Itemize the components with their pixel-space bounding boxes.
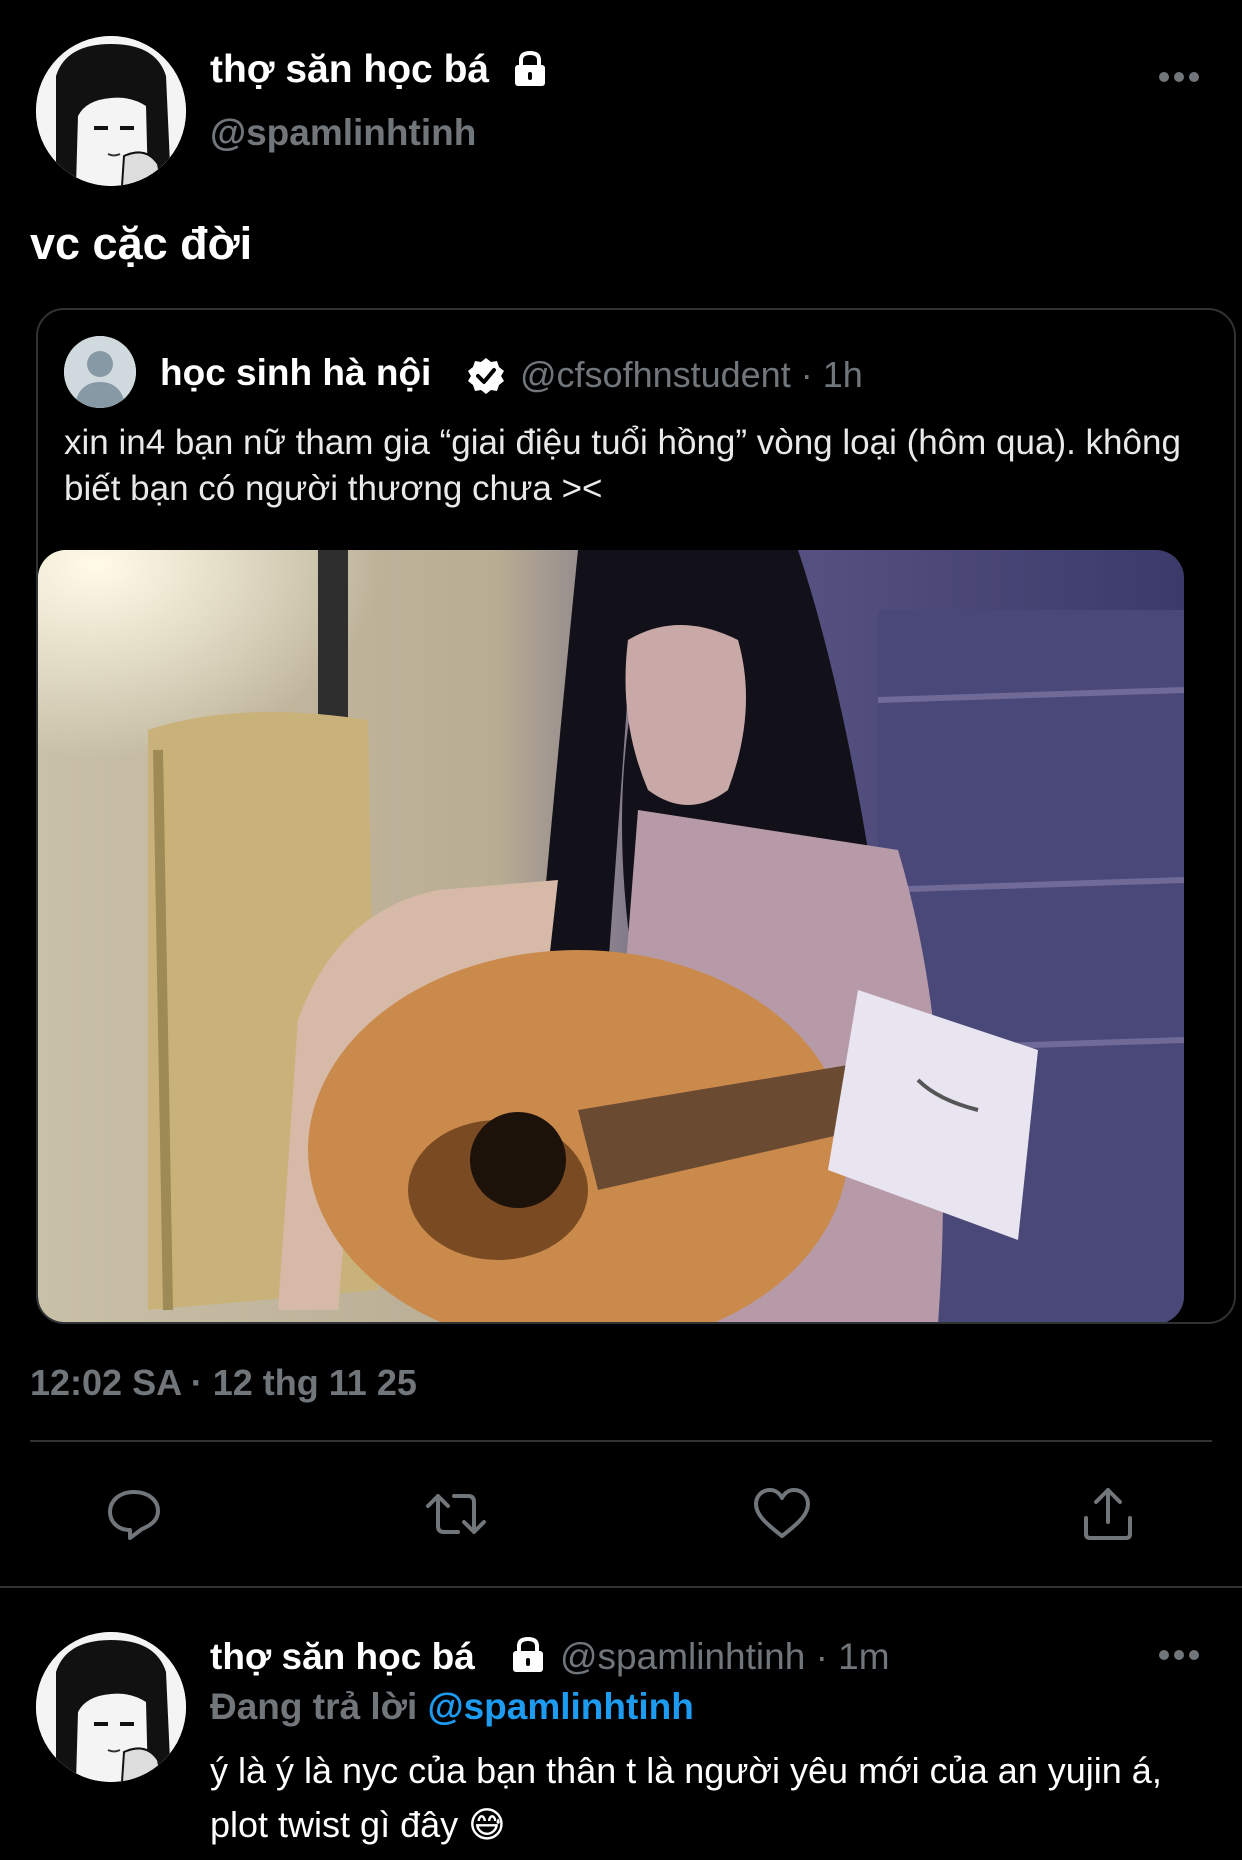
replying-to-label: Đang trả lời @spamlinhtinh <box>210 1686 694 1728</box>
like-icon[interactable] <box>750 1482 814 1546</box>
reply-author-name[interactable]: thợ săn học bá <box>210 1636 475 1678</box>
quoted-author-handle[interactable]: @cfsofhnstudent · 1h <box>520 354 863 396</box>
tweet-timestamp[interactable]: 12:02 SA · 12 thg 11 25 <box>30 1362 417 1404</box>
more-options-icon[interactable] <box>1158 1648 1200 1662</box>
verified-badge-icon <box>466 356 506 396</box>
tweet-text: vc cặc đời <box>30 218 253 269</box>
reply-author-handle[interactable]: @spamlinhtinh · 1m <box>560 1636 890 1678</box>
reply-text: ý là ý là nyc của bạn thân t là người yê… <box>210 1750 1162 1845</box>
quoted-tweet-image[interactable] <box>38 550 1184 1322</box>
share-icon[interactable] <box>1076 1482 1140 1546</box>
reply-author-avatar[interactable] <box>36 1632 186 1782</box>
quoted-tweet-card[interactable]: học sinh hà nội @cfsofhnstudent · 1h xin… <box>36 308 1236 1324</box>
reply-icon[interactable] <box>102 1482 166 1546</box>
author-name[interactable]: thợ săn học bá <box>210 48 489 92</box>
quoted-tweet-text: xin in4 bạn nữ tham gia “giai điệu tuổi … <box>64 423 1181 508</box>
replying-to-text: Đang trả lời <box>210 1686 418 1727</box>
retweet-icon[interactable] <box>424 1482 488 1546</box>
replying-to-mention[interactable]: @spamlinhtinh <box>428 1686 694 1727</box>
divider <box>30 1440 1212 1442</box>
lock-icon <box>512 50 548 88</box>
quoted-author-name[interactable]: học sinh hà nội <box>160 352 431 394</box>
more-options-icon[interactable] <box>1158 70 1200 84</box>
lock-icon <box>510 1636 546 1674</box>
quoted-author-avatar[interactable] <box>64 336 136 408</box>
author-avatar[interactable] <box>36 36 186 186</box>
divider <box>0 1586 1242 1588</box>
author-handle[interactable]: @spamlinhtinh <box>210 112 476 154</box>
